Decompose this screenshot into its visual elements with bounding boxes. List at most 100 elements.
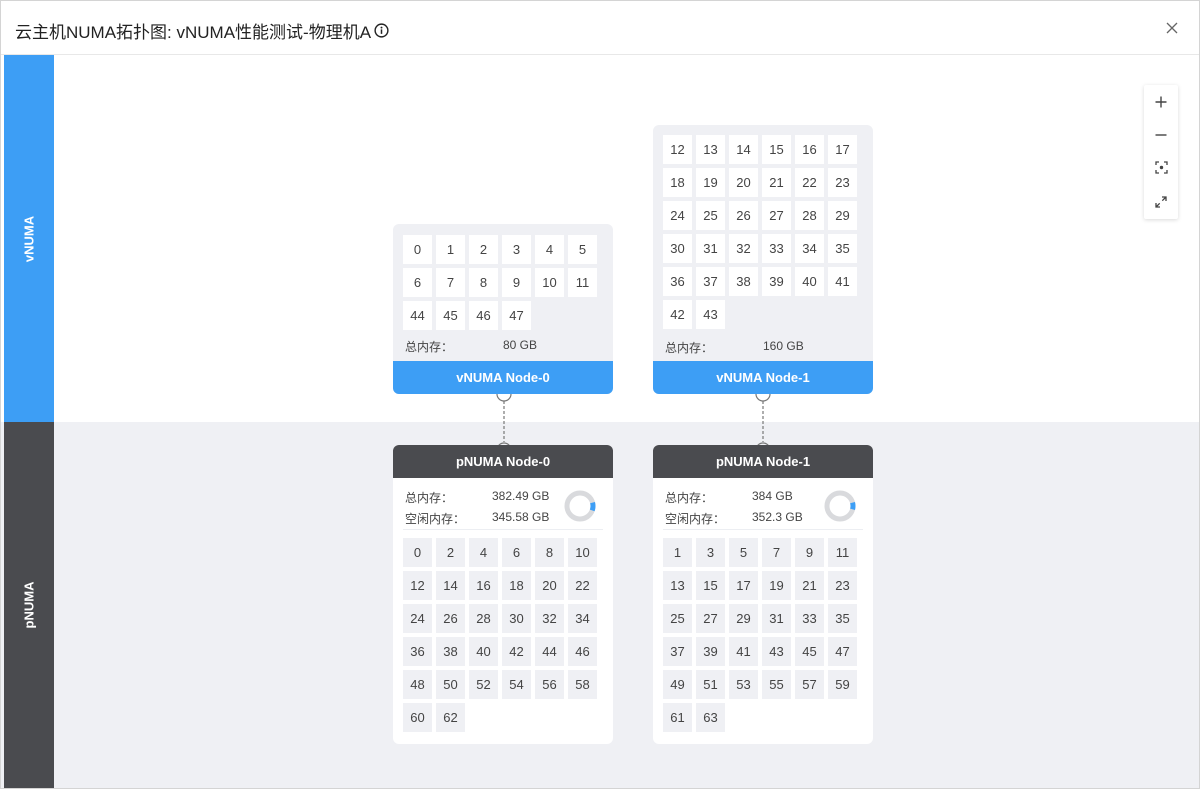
- pcpu-cell[interactable]: 3: [696, 538, 725, 567]
- pcpu-cell[interactable]: 38: [436, 637, 465, 666]
- vcpu-cell[interactable]: 29: [828, 201, 857, 230]
- vcpu-cell[interactable]: 18: [663, 168, 692, 197]
- pcpu-cell[interactable]: 61: [663, 703, 692, 732]
- pcpu-cell[interactable]: 34: [568, 604, 597, 633]
- pcpu-cell[interactable]: 63: [696, 703, 725, 732]
- pnuma-node-0-card[interactable]: pNUMA Node-0 总内存： 382.49 GB 空闲内存： 345.58…: [393, 445, 613, 744]
- pcpu-cell[interactable]: 12: [403, 571, 432, 600]
- vcpu-cell[interactable]: 37: [696, 267, 725, 296]
- vcpu-cell[interactable]: 40: [795, 267, 824, 296]
- vcpu-cell[interactable]: 15: [762, 135, 791, 164]
- pcpu-cell[interactable]: 40: [469, 637, 498, 666]
- vcpu-cell[interactable]: 23: [828, 168, 857, 197]
- pcpu-cell[interactable]: 11: [828, 538, 857, 567]
- pcpu-cell[interactable]: 16: [469, 571, 498, 600]
- vcpu-cell[interactable]: 14: [729, 135, 758, 164]
- zoom-in-button[interactable]: [1144, 85, 1178, 118]
- pcpu-cell[interactable]: 21: [795, 571, 824, 600]
- vcpu-cell[interactable]: 25: [696, 201, 725, 230]
- vcpu-cell[interactable]: 2: [469, 235, 498, 264]
- pcpu-cell[interactable]: 31: [762, 604, 791, 633]
- pcpu-cell[interactable]: 24: [403, 604, 432, 633]
- pcpu-cell[interactable]: 33: [795, 604, 824, 633]
- close-button[interactable]: [1163, 19, 1181, 37]
- vcpu-cell[interactable]: 19: [696, 168, 725, 197]
- vcpu-cell[interactable]: 11: [568, 268, 597, 297]
- pcpu-cell[interactable]: 30: [502, 604, 531, 633]
- fit-view-button[interactable]: [1144, 151, 1178, 184]
- vcpu-cell[interactable]: 44: [403, 301, 432, 330]
- pcpu-cell[interactable]: 6: [502, 538, 531, 567]
- vnuma-node-1-card[interactable]: 12 13 14 15 16 17 18 19 20 21 22 23 24 2…: [653, 125, 873, 394]
- pcpu-cell[interactable]: 47: [828, 637, 857, 666]
- vcpu-cell[interactable]: 41: [828, 267, 857, 296]
- zoom-out-button[interactable]: [1144, 118, 1178, 151]
- vnuma-node-0-card[interactable]: 0 1 2 3 4 5 6 7 8 9 10 11 44 45 46 47 总内…: [393, 224, 613, 394]
- pcpu-cell[interactable]: 7: [762, 538, 791, 567]
- pcpu-cell[interactable]: 17: [729, 571, 758, 600]
- vcpu-cell[interactable]: 12: [663, 135, 692, 164]
- pcpu-cell[interactable]: 13: [663, 571, 692, 600]
- pcpu-cell[interactable]: 46: [568, 637, 597, 666]
- pcpu-cell[interactable]: 51: [696, 670, 725, 699]
- vcpu-cell[interactable]: 16: [795, 135, 824, 164]
- vcpu-cell[interactable]: 28: [795, 201, 824, 230]
- vcpu-cell[interactable]: 9: [502, 268, 531, 297]
- info-icon[interactable]: [374, 23, 389, 38]
- vcpu-cell[interactable]: 20: [729, 168, 758, 197]
- pcpu-cell[interactable]: 26: [436, 604, 465, 633]
- vcpu-cell[interactable]: 34: [795, 234, 824, 263]
- vcpu-cell[interactable]: 32: [729, 234, 758, 263]
- pcpu-cell[interactable]: 48: [403, 670, 432, 699]
- pcpu-cell[interactable]: 44: [535, 637, 564, 666]
- pcpu-cell[interactable]: 5: [729, 538, 758, 567]
- vcpu-cell[interactable]: 21: [762, 168, 791, 197]
- pcpu-cell[interactable]: 39: [696, 637, 725, 666]
- vcpu-cell[interactable]: 17: [828, 135, 857, 164]
- pcpu-cell[interactable]: 62: [436, 703, 465, 732]
- pcpu-cell[interactable]: 35: [828, 604, 857, 633]
- vcpu-cell[interactable]: 38: [729, 267, 758, 296]
- vcpu-cell[interactable]: 4: [535, 235, 564, 264]
- vcpu-cell[interactable]: 46: [469, 301, 498, 330]
- pcpu-cell[interactable]: 36: [403, 637, 432, 666]
- vcpu-cell[interactable]: 27: [762, 201, 791, 230]
- vcpu-cell[interactable]: 31: [696, 234, 725, 263]
- pcpu-cell[interactable]: 41: [729, 637, 758, 666]
- vcpu-cell[interactable]: 26: [729, 201, 758, 230]
- pcpu-cell[interactable]: 55: [762, 670, 791, 699]
- vcpu-cell[interactable]: 5: [568, 235, 597, 264]
- vcpu-cell[interactable]: 1: [436, 235, 465, 264]
- vcpu-cell[interactable]: 22: [795, 168, 824, 197]
- pcpu-cell[interactable]: 49: [663, 670, 692, 699]
- vcpu-cell[interactable]: 35: [828, 234, 857, 263]
- vcpu-cell[interactable]: 45: [436, 301, 465, 330]
- pnuma-node-1-card[interactable]: pNUMA Node-1 总内存： 384 GB 空闲内存： 352.3 GB …: [653, 445, 873, 744]
- vcpu-cell[interactable]: 6: [403, 268, 432, 297]
- vcpu-cell[interactable]: 7: [436, 268, 465, 297]
- pcpu-cell[interactable]: 19: [762, 571, 791, 600]
- vcpu-cell[interactable]: 36: [663, 267, 692, 296]
- pcpu-cell[interactable]: 50: [436, 670, 465, 699]
- pcpu-cell[interactable]: 53: [729, 670, 758, 699]
- pcpu-cell[interactable]: 59: [828, 670, 857, 699]
- vcpu-cell[interactable]: 8: [469, 268, 498, 297]
- vcpu-cell[interactable]: 47: [502, 301, 531, 330]
- vcpu-cell[interactable]: 24: [663, 201, 692, 230]
- pcpu-cell[interactable]: 18: [502, 571, 531, 600]
- vcpu-cell[interactable]: 39: [762, 267, 791, 296]
- pcpu-cell[interactable]: 23: [828, 571, 857, 600]
- pcpu-cell[interactable]: 43: [762, 637, 791, 666]
- vcpu-cell[interactable]: 42: [663, 300, 692, 329]
- pcpu-cell[interactable]: 56: [535, 670, 564, 699]
- vcpu-cell[interactable]: 3: [502, 235, 531, 264]
- pcpu-cell[interactable]: 8: [535, 538, 564, 567]
- pcpu-cell[interactable]: 0: [403, 538, 432, 567]
- vcpu-cell[interactable]: 30: [663, 234, 692, 263]
- pcpu-cell[interactable]: 52: [469, 670, 498, 699]
- vcpu-cell[interactable]: 13: [696, 135, 725, 164]
- pcpu-cell[interactable]: 60: [403, 703, 432, 732]
- pcpu-cell[interactable]: 20: [535, 571, 564, 600]
- pcpu-cell[interactable]: 4: [469, 538, 498, 567]
- pcpu-cell[interactable]: 1: [663, 538, 692, 567]
